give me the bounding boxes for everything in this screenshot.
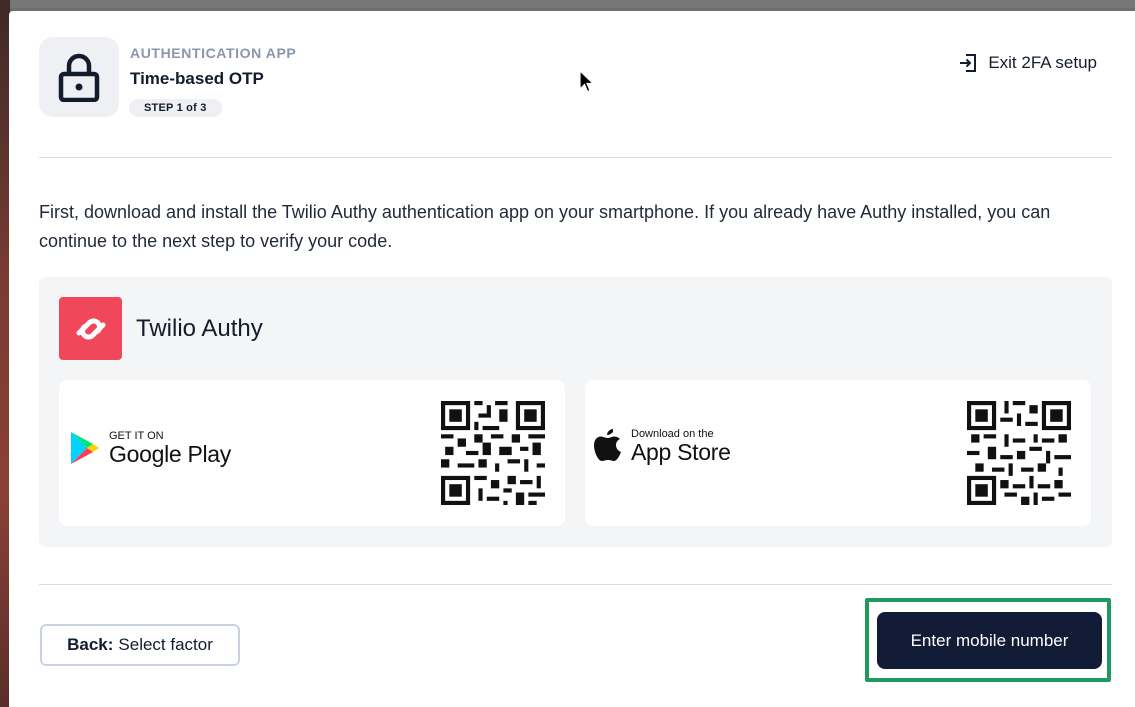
exit-2fa-link[interactable]: Exit 2FA setup (958, 53, 1097, 73)
app-store-card[interactable]: Download on the App Store (585, 380, 1091, 526)
lock-icon (58, 53, 100, 102)
enter-mobile-number-button[interactable]: Enter mobile number (877, 612, 1102, 669)
google-play-icon (71, 432, 99, 464)
page-title: Time-based OTP (130, 69, 264, 88)
app-store-badge[interactable]: Download on the App Store (593, 428, 731, 464)
back-button-bold: Back: (67, 635, 114, 654)
app-name: Twilio Authy (136, 314, 263, 342)
app-store-big-text: App Store (631, 439, 731, 465)
header-divider (39, 157, 1112, 158)
app-brand: Twilio Authy (59, 297, 263, 360)
modal-header: AUTHENTICATION APP Time-based OTP STEP 1… (39, 37, 1111, 127)
exit-icon (960, 54, 977, 72)
authy-logo-icon (76, 318, 105, 339)
google-play-badge[interactable]: GET IT ON Google Play (69, 430, 231, 466)
category-label: AUTHENTICATION APP (130, 45, 297, 61)
backdrop (0, 0, 1135, 8)
back-button-label: Select factor (118, 635, 213, 654)
google-play-qr-code (441, 401, 545, 505)
footer-divider (39, 584, 1112, 585)
mouse-cursor-icon (579, 70, 595, 93)
google-play-big-text: Google Play (109, 441, 231, 467)
authy-logo (59, 297, 122, 360)
apple-icon (594, 429, 621, 461)
app-download-panel: Twilio Authy GET IT ON Google Play Downl… (39, 277, 1112, 547)
app-store-qr-code (967, 401, 1071, 505)
back-button[interactable]: Back: Select factor (40, 624, 240, 666)
lock-tile (39, 37, 119, 117)
exit-2fa-label: Exit 2FA setup (988, 53, 1097, 72)
google-play-card[interactable]: GET IT ON Google Play (59, 380, 565, 526)
step-badge: STEP 1 of 3 (129, 99, 222, 117)
intro-text: First, download and install the Twilio A… (39, 202, 1051, 251)
